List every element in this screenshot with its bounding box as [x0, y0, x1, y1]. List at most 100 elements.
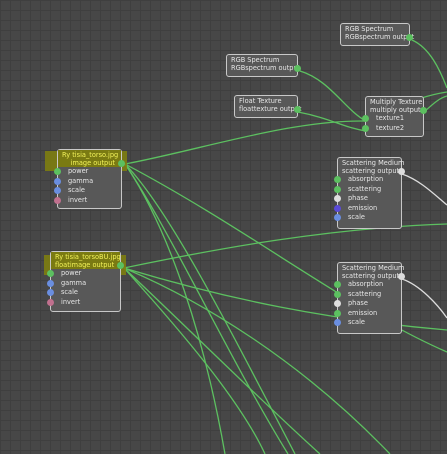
image-texture-node[interactable]: Ry tisia_torsoBU.jpg floatimage output p… — [47, 251, 124, 312]
wire — [124, 120, 365, 165]
input-gamma: gamma — [47, 278, 120, 288]
input-socket[interactable] — [334, 290, 341, 298]
input-power: power — [47, 269, 120, 278]
input-gamma: gamma — [54, 176, 121, 186]
input-power: power — [54, 167, 121, 176]
input-socket[interactable] — [54, 177, 61, 185]
input-texture1: texture1 — [362, 114, 423, 123]
input-label: phase — [348, 299, 368, 308]
input-socket[interactable] — [54, 168, 61, 176]
input-label: scale — [68, 186, 85, 195]
wire — [123, 267, 266, 454]
multiply-texture-node[interactable]: Multiply Texture multiply output texture… — [362, 96, 427, 137]
input-label: gamma — [61, 278, 87, 287]
input-texture2: texture2 — [362, 123, 423, 133]
input-socket[interactable] — [334, 185, 341, 193]
input-absorption: absorption — [334, 175, 401, 184]
rgb-spectrum-node[interactable]: RGB Spectrum RGBspectrum output — [340, 23, 414, 46]
input-scattering: scattering — [334, 184, 401, 194]
output-label: image output — [70, 159, 115, 168]
input-invert: invert — [54, 195, 121, 205]
input-phase: phase — [334, 194, 401, 203]
input-socket[interactable] — [362, 124, 369, 132]
input-label: absorption — [348, 280, 384, 289]
wire — [401, 278, 447, 319]
input-label: invert — [68, 195, 88, 204]
input-scale: scale — [334, 212, 401, 222]
node-output: scattering output — [338, 167, 405, 176]
input-label: gamma — [68, 176, 94, 185]
input-socket[interactable] — [47, 289, 54, 297]
input-socket[interactable] — [334, 300, 341, 308]
input-label: emission — [348, 308, 378, 317]
node-title: Ry tisia_torsoBU.jpg — [51, 252, 121, 262]
image-texture-node[interactable]: Ry tisia_torso.jpg image output power ga… — [54, 149, 125, 209]
node-title: Float Texture — [239, 97, 282, 105]
node-output: floattexture output — [235, 105, 301, 114]
input-socket[interactable] — [47, 298, 54, 306]
wire — [123, 267, 321, 454]
scattering-medium-node[interactable]: Scattering Medium scattering output abso… — [334, 262, 405, 334]
node-title: RGB Spectrum — [231, 56, 280, 64]
output-label: floattexture output — [239, 105, 302, 114]
input-socket[interactable] — [47, 270, 54, 278]
input-scale: scale — [334, 317, 401, 327]
input-label: texture2 — [376, 123, 405, 132]
input-socket[interactable] — [334, 176, 341, 184]
input-socket[interactable] — [54, 196, 61, 204]
wire — [401, 173, 447, 206]
node-title: Ry tisia_torso.jpg — [58, 150, 121, 160]
node-output: multiply output — [366, 106, 427, 115]
output-label: floatimage output — [55, 261, 115, 270]
output-label: RGBspectrum output — [231, 64, 301, 73]
input-socket[interactable] — [334, 204, 341, 212]
output-label: scattering output — [342, 272, 400, 281]
wire — [124, 163, 226, 454]
node-title: Multiply Texture — [370, 98, 423, 106]
wire — [299, 70, 367, 122]
input-socket[interactable] — [334, 213, 341, 221]
input-socket[interactable] — [334, 195, 341, 203]
input-invert: invert — [47, 297, 120, 307]
node-title: Scattering Medium — [342, 264, 405, 272]
input-socket[interactable] — [47, 279, 54, 287]
input-label: power — [68, 167, 89, 176]
input-scale: scale — [54, 186, 121, 195]
input-label: scattering — [348, 184, 382, 193]
input-socket[interactable] — [334, 281, 341, 289]
node-title: Scattering Medium — [342, 159, 405, 167]
rgb-spectrum-node[interactable]: RGB Spectrum RGBspectrum output — [226, 54, 301, 77]
wire — [411, 39, 447, 89]
node-output: RGBspectrum output — [341, 33, 414, 42]
node-title: RGB Spectrum — [345, 25, 394, 33]
input-socket[interactable] — [334, 309, 341, 317]
input-socket[interactable] — [54, 187, 61, 195]
scattering-medium-node[interactable]: Scattering Medium scattering output abso… — [334, 157, 405, 229]
input-label: scale — [348, 317, 365, 326]
input-label: scale — [61, 288, 78, 297]
node-output: scattering output — [338, 272, 405, 281]
node-output: floatimage output — [51, 261, 124, 270]
output-label: scattering output — [342, 167, 400, 176]
input-scattering: scattering — [334, 289, 401, 299]
input-phase: phase — [334, 299, 401, 308]
node-output: RGBspectrum output — [227, 64, 301, 73]
input-scale: scale — [47, 288, 120, 297]
wire — [423, 95, 447, 113]
input-emission: emission — [334, 204, 401, 213]
input-emission: emission — [334, 308, 401, 318]
input-label: phase — [348, 194, 368, 203]
input-label: texture1 — [376, 114, 405, 123]
input-socket[interactable] — [334, 318, 341, 326]
input-absorption: absorption — [334, 280, 401, 289]
input-socket[interactable] — [362, 115, 369, 123]
input-label: scattering — [348, 289, 382, 298]
output-label: multiply output — [370, 106, 421, 115]
input-label: absorption — [348, 175, 384, 184]
output-label: RGBspectrum output — [345, 33, 415, 42]
float-texture-node[interactable]: Float Texture floattexture output — [234, 95, 301, 118]
node-output: image output — [58, 159, 125, 168]
input-label: scale — [348, 212, 365, 221]
input-label: power — [61, 269, 82, 278]
input-label: invert — [61, 297, 81, 306]
